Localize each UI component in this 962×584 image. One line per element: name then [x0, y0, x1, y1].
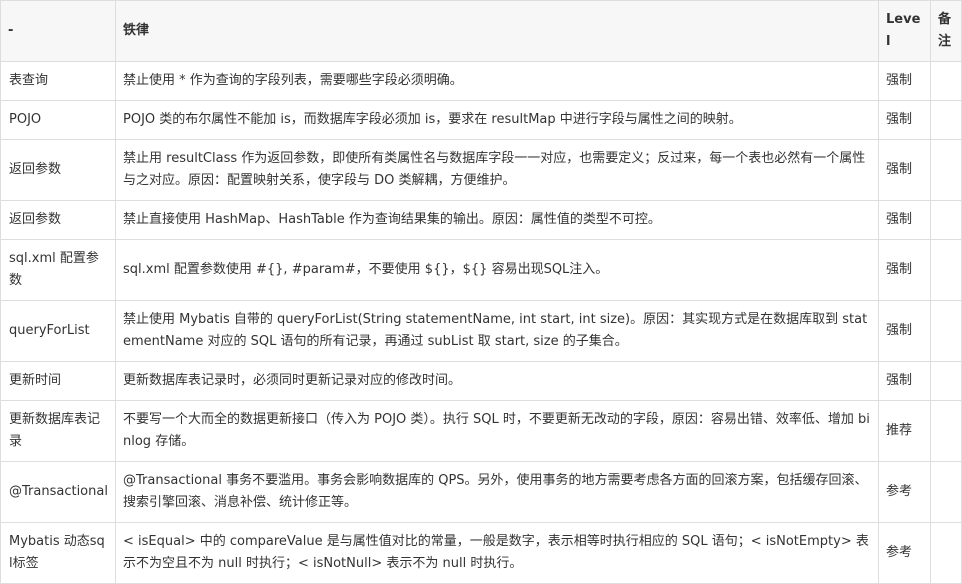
table-row: @Transactional @Transactional 事务不要滥用。事务会…: [0, 461, 962, 523]
row-rule: 更新数据库表记录时，必须同时更新记录对应的修改时间。: [115, 361, 879, 401]
row-note: [930, 400, 962, 462]
row-rule: POJO 类的布尔属性不能加 is，而数据库字段必须加 is，要求在 resul…: [115, 100, 879, 140]
row-category: 返回参数: [0, 139, 116, 201]
row-level: 推荐: [878, 400, 931, 462]
row-level: 强制: [878, 100, 931, 140]
row-category: 返回参数: [0, 200, 116, 240]
header-note: 备注: [930, 0, 962, 62]
row-category: 更新数据库表记录: [0, 400, 116, 462]
row-level: 强制: [878, 61, 931, 101]
rules-table: - 铁律 Level 备注 表查询 禁止使用 * 作为查询的字段列表，需要哪些字…: [0, 0, 962, 584]
table-row: 返回参数 禁止直接使用 HashMap、HashTable 作为查询结果集的输出…: [0, 200, 962, 240]
row-level: 强制: [878, 300, 931, 362]
row-note: [930, 100, 962, 140]
table-row: POJO POJO 类的布尔属性不能加 is，而数据库字段必须加 is，要求在 …: [0, 100, 962, 140]
row-level: 参考: [878, 461, 931, 523]
row-rule: sql.xml 配置参数使用 #{}, #param#，不要使用 ${}，${}…: [115, 239, 879, 301]
row-note: [930, 200, 962, 240]
table-row: queryForList 禁止使用 Mybatis 自带的 queryForLi…: [0, 300, 962, 362]
row-note: [930, 61, 962, 101]
table-row: 更新时间 更新数据库表记录时，必须同时更新记录对应的修改时间。 强制: [0, 361, 962, 401]
row-level: 强制: [878, 139, 931, 201]
table-row: 返回参数 禁止用 resultClass 作为返回参数，即使所有类属性名与数据库…: [0, 139, 962, 201]
row-level: 强制: [878, 239, 931, 301]
row-rule: < isEqual> 中的 compareValue 是与属性值对比的常量，一般…: [115, 522, 879, 584]
row-note: [930, 461, 962, 523]
table-row: 表查询 禁止使用 * 作为查询的字段列表，需要哪些字段必须明确。 强制: [0, 61, 962, 101]
row-note: [930, 300, 962, 362]
row-level: 强制: [878, 200, 931, 240]
row-category: 表查询: [0, 61, 116, 101]
table-row: sql.xml 配置参数 sql.xml 配置参数使用 #{}, #param#…: [0, 239, 962, 301]
row-level: 强制: [878, 361, 931, 401]
table-header-row: - 铁律 Level 备注: [0, 0, 962, 62]
row-rule: 不要写一个大而全的数据更新接口（传入为 POJO 类）。执行 SQL 时，不要更…: [115, 400, 879, 462]
row-rule: 禁止使用 * 作为查询的字段列表，需要哪些字段必须明确。: [115, 61, 879, 101]
row-rule: 禁止使用 Mybatis 自带的 queryForList(String sta…: [115, 300, 879, 362]
row-category: sql.xml 配置参数: [0, 239, 116, 301]
row-category: @Transactional: [0, 461, 116, 523]
row-note: [930, 361, 962, 401]
header-category: -: [0, 0, 116, 62]
table-row: Mybatis 动态sql标签 < isEqual> 中的 compareVal…: [0, 522, 962, 584]
header-rule: 铁律: [115, 0, 879, 62]
row-category: queryForList: [0, 300, 116, 362]
row-category: Mybatis 动态sql标签: [0, 522, 116, 584]
row-level: 参考: [878, 522, 931, 584]
row-rule: 禁止用 resultClass 作为返回参数，即使所有类属性名与数据库字段一一对…: [115, 139, 879, 201]
row-rule: 禁止直接使用 HashMap、HashTable 作为查询结果集的输出。原因：属…: [115, 200, 879, 240]
row-note: [930, 522, 962, 584]
row-note: [930, 139, 962, 201]
row-rule: @Transactional 事务不要滥用。事务会影响数据库的 QPS。另外，使…: [115, 461, 879, 523]
table-row: 更新数据库表记录 不要写一个大而全的数据更新接口（传入为 POJO 类）。执行 …: [0, 400, 962, 462]
header-level: Level: [878, 0, 931, 62]
row-category: POJO: [0, 100, 116, 140]
row-category: 更新时间: [0, 361, 116, 401]
row-note: [930, 239, 962, 301]
